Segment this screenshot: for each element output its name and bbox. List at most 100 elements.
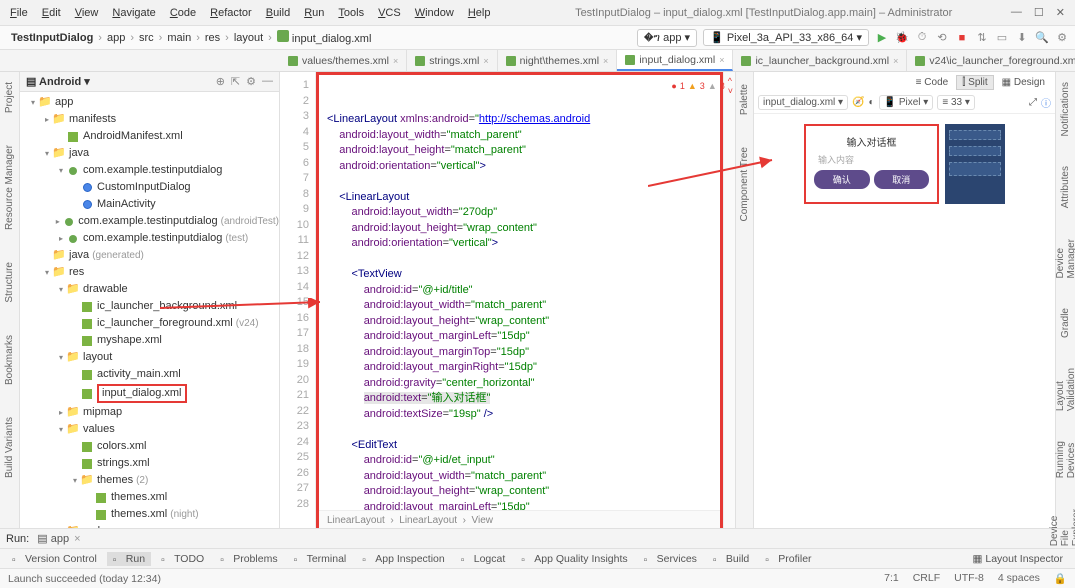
breadcrumb-item[interactable]: src [134, 32, 159, 44]
close-icon[interactable]: × [603, 56, 608, 66]
tool-stripe-bookmarks[interactable]: Bookmarks [4, 329, 15, 391]
tree-node[interactable]: ic_launcher_background.xml [20, 298, 279, 315]
tool-stripe-structure[interactable]: Structure [4, 256, 15, 309]
tool-window-services[interactable]: ▫Services [638, 552, 703, 566]
breadcrumb-item[interactable]: app [102, 32, 130, 44]
close-icon[interactable]: × [893, 56, 898, 66]
tool-stripe-resource-manager[interactable]: Resource Manager [4, 139, 15, 236]
breadcrumb-item[interactable]: res [200, 32, 225, 44]
code-breadcrumb[interactable]: LinearLayout › LinearLayout › View [319, 510, 720, 528]
collapse-all-icon[interactable]: ⇱ [231, 75, 240, 88]
tool-window-problems[interactable]: ▫Problems [214, 552, 283, 566]
tree-node[interactable]: colors.xml [20, 438, 279, 455]
tree-node[interactable]: ▾📁values [20, 421, 279, 438]
tree-node[interactable]: ▸com.example.testinputdialog(androidTest… [20, 213, 279, 230]
tool-stripe-attributes[interactable]: Attributes [1060, 160, 1071, 214]
tool-stripe-gradle[interactable]: Gradle [1060, 302, 1071, 344]
tool-window-app-quality-insights[interactable]: ▫App Quality Insights [515, 552, 633, 566]
tree-node[interactable]: myshape.xml [20, 332, 279, 349]
error-stripe[interactable]: ●1 ▲3 ▲8 ^ ˅ [723, 72, 735, 528]
orientation-icon[interactable]: 🧭 [852, 97, 864, 108]
tool-window-logcat[interactable]: ▫Logcat [455, 552, 512, 566]
breadcrumb-item[interactable]: input_dialog.xml [272, 30, 377, 45]
editor-tab[interactable]: input_dialog.xml× [617, 50, 733, 71]
menu-build[interactable]: Build [260, 4, 296, 22]
breadcrumb-item[interactable]: layout [229, 32, 268, 44]
tool-window-version-control[interactable]: ▫Version Control [6, 552, 103, 566]
close-icon[interactable]: ✕ [1056, 6, 1065, 19]
attach-debugger-button[interactable]: ⟲ [935, 31, 949, 45]
tree-node[interactable]: ▸📁mipmap [20, 404, 279, 421]
menu-run[interactable]: Run [298, 4, 330, 22]
device-selector[interactable]: 📱 Pixel_3a_API_33_x86_64 ▾ [703, 29, 869, 46]
tool-stripe-build-variants[interactable]: Build Variants [4, 411, 15, 484]
menu-navigate[interactable]: Navigate [106, 4, 161, 22]
menu-refactor[interactable]: Refactor [204, 4, 258, 22]
tree-node[interactable]: MainActivity [20, 196, 279, 213]
settings-icon[interactable]: ⚙ [246, 75, 256, 88]
run-config-selector[interactable]: �ግ app ▾ [637, 29, 697, 47]
profiler-button[interactable]: ⏱ [915, 31, 929, 45]
run-tab-app[interactable]: ▤ app × [29, 532, 88, 545]
editor-tab[interactable]: v24\ic_launcher_foreground.xml× [907, 50, 1075, 71]
caret-position[interactable]: 7:1 [884, 572, 899, 585]
preview-api-selector[interactable]: ≡ 33 ▾ [937, 95, 975, 110]
tree-node[interactable]: ▸com.example.testinputdialog(test) [20, 230, 279, 247]
tree-node[interactable]: 📁java(generated) [20, 247, 279, 264]
split-view-button[interactable]: ⫿ Split [956, 75, 993, 90]
tool-window-app-inspection[interactable]: ▫App Inspection [356, 552, 450, 566]
search-icon[interactable]: 🔍 [1035, 31, 1049, 45]
tree-node[interactable]: ▾📁app [20, 94, 279, 111]
tool-stripe-device-file-explorer[interactable]: Device File Explorer [1049, 503, 1075, 552]
run-button[interactable]: ▶ [875, 31, 889, 45]
tool-stripe-component-tree[interactable]: Component Tree [739, 141, 750, 228]
close-icon[interactable]: × [393, 56, 398, 66]
menu-file[interactable]: File [4, 4, 34, 22]
layout-inspector-button[interactable]: ▦ Layout Inspector [966, 552, 1069, 566]
preview-device-selector[interactable]: 📱 Pixel ▾ [879, 95, 934, 110]
editor-tab[interactable]: night\themes.xml× [498, 50, 618, 71]
breadcrumb-item[interactable]: main [162, 32, 196, 44]
code-editor[interactable]: <LinearLayout xmlns:android="http://sche… [316, 72, 723, 528]
preview-surface[interactable]: 输入对话框 输入内容 确认 取消 [754, 114, 1055, 528]
menu-tools[interactable]: Tools [332, 4, 370, 22]
tool-stripe-device-manager[interactable]: Device Manager [1055, 233, 1075, 284]
tree-node[interactable]: AndroidManifest.xml [20, 128, 279, 145]
close-icon[interactable]: × [483, 56, 488, 66]
menu-edit[interactable]: Edit [36, 4, 67, 22]
tree-node[interactable]: ▾📁drawable [20, 281, 279, 298]
menu-help[interactable]: Help [462, 4, 497, 22]
tree-node[interactable]: ▾📁res [20, 264, 279, 281]
breadcrumb-item[interactable]: TestInputDialog [6, 32, 98, 44]
menu-view[interactable]: View [69, 4, 105, 22]
tree-node[interactable]: themes.xml [20, 489, 279, 506]
menu-code[interactable]: Code [164, 4, 202, 22]
tree-node[interactable]: input_dialog.xml [20, 383, 279, 404]
maximize-icon[interactable]: ☐ [1034, 6, 1044, 19]
menu-vcs[interactable]: VCS [372, 4, 407, 22]
settings-icon[interactable]: ⚙ [1055, 31, 1069, 45]
tree-node[interactable]: themes.xml(night) [20, 506, 279, 523]
tool-stripe-project[interactable]: Project [4, 76, 15, 119]
project-tool-window[interactable]: ▤ Android ▾ ⊕ ⇱ ⚙ — ▾📁app▸📁manifestsAndr… [20, 72, 280, 528]
tree-node[interactable]: ▸📁xml [20, 523, 279, 528]
line-separator[interactable]: CRLF [913, 572, 940, 585]
design-view-button[interactable]: ▦ Design [996, 75, 1051, 90]
editor-tab[interactable]: ic_launcher_background.xml× [733, 50, 907, 71]
night-mode-icon[interactable]: ◐ [869, 97, 875, 108]
tool-window-terminal[interactable]: ▫Terminal [288, 552, 353, 566]
tool-window-todo[interactable]: ▫TODO [155, 552, 210, 566]
tool-window-profiler[interactable]: ▫Profiler [759, 552, 817, 566]
tree-node[interactable]: strings.xml [20, 455, 279, 472]
sync-button[interactable]: ⇅ [975, 31, 989, 45]
tree-node[interactable]: ▾com.example.testinputdialog [20, 162, 279, 179]
tree-node[interactable]: activity_main.xml [20, 366, 279, 383]
tree-header[interactable]: ▤ Android ▾ ⊕ ⇱ ⚙ — [20, 72, 279, 92]
design-file-selector[interactable]: input_dialog.xml ▾ [758, 95, 848, 110]
tree-node[interactable]: ▾📁layout [20, 349, 279, 366]
close-icon[interactable]: × [74, 533, 80, 545]
zoom-icon[interactable]: ⤢ [1029, 97, 1037, 108]
avd-button[interactable]: ▭ [995, 31, 1009, 45]
tool-stripe-layout-validation[interactable]: Layout Validation [1055, 362, 1075, 417]
sdk-button[interactable]: ⬇ [1015, 31, 1029, 45]
